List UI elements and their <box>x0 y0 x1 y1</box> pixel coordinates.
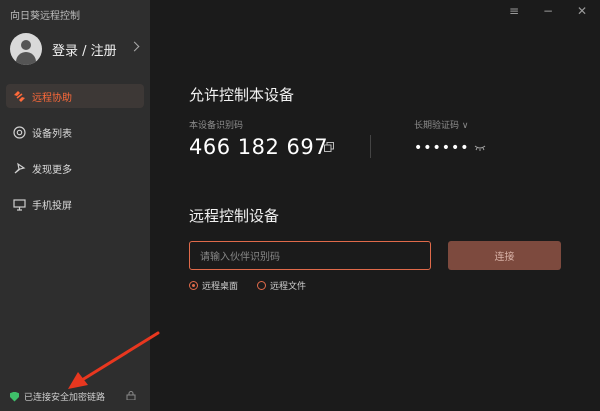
device-id-label: 本设备识别码 <box>189 121 244 131</box>
minimize-icon[interactable]: − <box>540 4 556 18</box>
sidebar-item-label: 手机投屏 <box>32 200 72 212</box>
user-login[interactable]: 登录 / 注册 <box>10 33 142 65</box>
radio-unselected-icon <box>257 281 266 290</box>
secure-connection-status: 已连接安全加密链路 <box>10 390 105 403</box>
sidebar-item-device-list[interactable]: 设备列表 <box>6 120 144 144</box>
login-register-link[interactable]: 登录 / 注册 <box>52 40 117 59</box>
remote-control-title: 远程控制设备 <box>189 207 280 225</box>
divider <box>370 135 371 158</box>
close-icon[interactable]: ✕ <box>574 4 590 18</box>
allow-control-title: 允许控制本设备 <box>189 86 295 104</box>
connect-button[interactable]: 连接 <box>448 241 561 270</box>
remote-assist-icon <box>12 89 26 103</box>
password-masked: •••••• <box>414 140 470 156</box>
sidebar-item-remote-assist[interactable]: 远程协助 <box>6 84 144 108</box>
sidebar-item-label: 发现更多 <box>32 164 72 176</box>
sidebar-item-label: 远程协助 <box>32 92 72 104</box>
sidebar-nav: 远程协助 设备列表 发现更多 手机投屏 <box>6 84 144 228</box>
sidebar-item-discover[interactable]: 发现更多 <box>6 156 144 180</box>
radio-label: 远程文件 <box>270 282 307 292</box>
partner-id-input[interactable]: 请输入伙伴识别码 <box>189 241 431 270</box>
chevron-right-icon <box>129 41 140 52</box>
password-label-dropdown[interactable]: 长期验证码 ∨ <box>414 118 468 131</box>
discover-icon <box>12 161 26 175</box>
menu-icon[interactable]: ≡ <box>506 4 522 18</box>
avatar <box>10 33 42 65</box>
sidebar: 向日葵远程控制 登录 / 注册 远程协助 设备列表 发现更多 手机投屏 已连接安… <box>0 0 150 411</box>
partner-id-placeholder: 请输入伙伴识别码 <box>200 252 280 263</box>
sidebar-item-label: 设备列表 <box>32 128 72 140</box>
shield-icon <box>10 391 19 402</box>
device-list-icon <box>12 125 26 139</box>
app-title: 向日葵远程控制 <box>10 11 80 22</box>
radio-remote-desktop[interactable]: 远程桌面 <box>189 279 238 292</box>
lock-icon[interactable] <box>126 391 136 400</box>
radio-label: 远程桌面 <box>202 282 239 292</box>
radio-selected-icon <box>189 281 198 290</box>
secure-status-text: 已连接安全加密链路 <box>24 393 106 403</box>
device-id-value: 466 182 697 <box>189 135 329 159</box>
eye-closed-icon[interactable] <box>474 144 486 152</box>
screen-cast-icon <box>12 197 26 211</box>
radio-remote-file[interactable]: 远程文件 <box>257 279 306 292</box>
sidebar-item-screen-cast[interactable]: 手机投屏 <box>6 192 144 216</box>
copy-icon[interactable] <box>324 142 334 152</box>
